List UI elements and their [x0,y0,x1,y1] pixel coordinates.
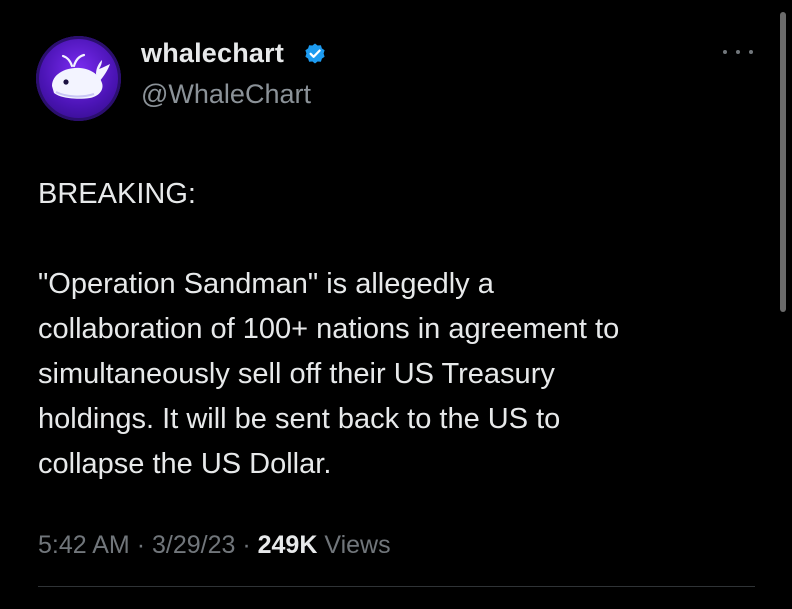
views-count[interactable]: 249K [258,531,318,559]
scrollbar[interactable] [780,12,786,312]
author-display-name[interactable]: whalechart [141,36,284,70]
author-handle[interactable]: @WhaleChart [141,77,311,111]
meta-separator: · [242,531,258,559]
tweet-text: BREAKING: "Operation Sandman" is alleged… [38,172,758,487]
more-options-icon[interactable] [723,44,753,60]
tweet-text-line: "Operation Sandman" is allegedly a [38,268,494,300]
tweet-time[interactable]: 5:42 AM [38,531,130,559]
tweet-text-line: collapse the US Dollar. [38,448,332,480]
meta-separator: · [136,531,152,559]
tweet-date[interactable]: 3/29/23 [152,531,235,559]
more-dot [736,50,740,54]
tweet-meta: 5:42 AM · 3/29/23 · 249K Views [38,528,391,562]
tweet-text-line: simultaneously sell off their US Treasur… [38,358,555,390]
divider [38,586,755,587]
views-label[interactable]: Views [324,531,390,559]
avatar[interactable] [36,36,121,121]
more-dot [723,50,727,54]
more-dot [749,50,753,54]
whale-icon [52,53,110,99]
tweet-text-line: collaboration of 100+ nations in agreeme… [38,313,620,345]
tweet-text-line: holdings. It will be sent back to the US… [38,403,561,435]
verified-badge-icon [305,43,325,64]
tweet-card: whalechart @WhaleChart BREAKING: "Operat… [0,0,792,609]
tweet-heading: BREAKING: [38,178,196,210]
